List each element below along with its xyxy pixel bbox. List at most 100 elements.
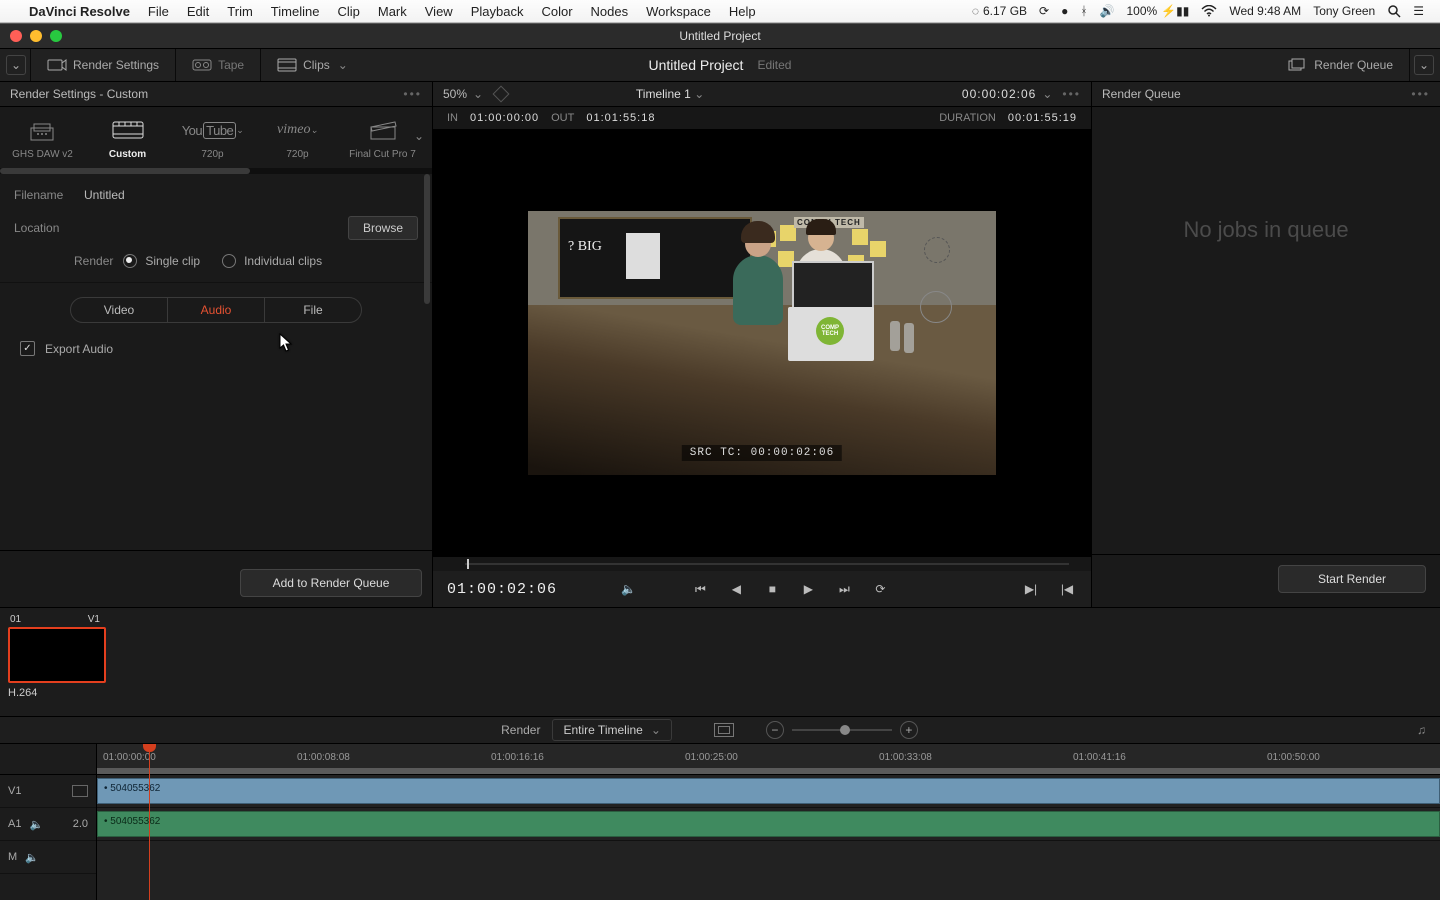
track-v1-lane[interactable]: • 504055362 [97,775,1440,808]
viewer-zoom[interactable]: 50% [443,87,467,101]
wifi-icon[interactable] [1195,5,1223,17]
browse-button[interactable]: Browse [348,216,418,240]
go-to-out-button[interactable]: ▶| [1021,582,1041,596]
menu-timeline[interactable]: Timeline [262,4,329,19]
single-clip-radio[interactable] [123,254,137,268]
preset-ghs-daw[interactable]: GHS DAW v2 [0,117,85,160]
user-menu[interactable]: Tony Green [1307,4,1381,18]
render-queue-icon [1288,58,1306,72]
mute-button[interactable]: 🔈 [619,582,639,596]
viewer-options-icon[interactable]: ••• [1062,87,1081,101]
close-window-button[interactable] [10,30,22,42]
app-menu[interactable]: DaVinci Resolve [20,4,139,19]
render-scope-dropdown[interactable]: Entire Timeline ⌄ [552,719,671,741]
spotlight-icon[interactable] [1381,4,1407,18]
dot-status-icon[interactable]: ● [1055,4,1074,18]
track-header-m[interactable]: M 🔈 [0,841,96,874]
sync-icon[interactable]: ⟳ [1033,4,1055,18]
tab-file[interactable]: File [264,298,361,322]
tape-button[interactable]: Tape [180,53,256,77]
minimize-window-button[interactable] [30,30,42,42]
viewer-tc-dropdown-icon[interactable]: ⌄ [1042,87,1052,101]
queue-options-icon[interactable]: ••• [1411,87,1430,101]
tab-video[interactable]: Video [71,298,167,322]
timeline-view-mode-icon[interactable] [714,723,734,737]
preset-custom[interactable]: Custom [85,117,170,160]
preset-fcp7[interactable]: Final Cut Pro 7 [340,117,425,160]
audio-track-icon[interactable]: 🔈 [29,818,43,831]
menu-file[interactable]: File [139,4,178,19]
menu-help[interactable]: Help [720,4,765,19]
clip-codec: H.264 [8,687,102,699]
menu-extras-icon[interactable]: ☰ [1407,4,1430,18]
play-button[interactable]: ▶ [798,582,818,596]
filename-value[interactable]: Untitled [84,188,125,202]
volume-icon[interactable]: 🔊 [1094,4,1121,18]
preset-vimeo[interactable]: vimeo ⌄ 720p [255,117,340,160]
tape-icon [192,58,210,72]
menu-mark[interactable]: Mark [369,4,416,19]
render-settings-button[interactable]: Render Settings [35,53,171,77]
clips-button[interactable]: Clips ⌄ [265,53,360,77]
viewer-timeline-name[interactable]: Timeline 1 ⌄ [636,87,704,101]
zoom-dropdown-icon[interactable]: ⌄ [473,87,483,101]
menu-nodes[interactable]: Nodes [582,4,638,19]
add-to-render-queue-button[interactable]: Add to Render Queue [240,569,422,597]
step-back-button[interactable]: ◀ [726,582,746,596]
panel-options-icon[interactable]: ••• [403,87,422,101]
menu-view[interactable]: View [416,4,462,19]
menu-color[interactable]: Color [532,4,581,19]
track-a1-lane[interactable]: • 504055362 [97,808,1440,841]
layout-dropdown-button[interactable]: ⌄ [6,55,26,75]
bluetooth-icon[interactable]: ᚼ [1074,4,1093,18]
menu-workspace[interactable]: Workspace [637,4,720,19]
presets-more-chevron-icon[interactable]: ⌄ [414,129,424,143]
zoom-window-button[interactable] [50,30,62,42]
tab-audio[interactable]: Audio [167,298,264,322]
zoom-track[interactable] [792,729,892,731]
viewer-scrubber[interactable] [433,557,1091,571]
loop-button[interactable]: ⟳ [870,582,890,596]
menu-playback[interactable]: Playback [462,4,533,19]
preset-label: Custom [109,149,146,160]
start-render-button[interactable]: Start Render [1278,565,1426,593]
zoom-in-button[interactable]: + [900,721,918,739]
track-m-lane[interactable] [97,841,1440,900]
menu-clip[interactable]: Clip [328,4,368,19]
in-out-range-bar[interactable] [97,768,1440,774]
playhead[interactable] [149,744,150,900]
render-queue-button[interactable]: Render Queue [1276,53,1405,77]
menu-trim[interactable]: Trim [218,4,262,19]
prev-clip-button[interactable]: ⏮ [690,582,710,597]
go-to-in-button[interactable]: |◀ [1057,582,1077,596]
viewer-mode-icon[interactable] [493,86,510,103]
clock[interactable]: Wed 9:48 AM [1223,4,1307,18]
export-audio-checkbox[interactable]: ✓ [20,341,35,356]
viewer-screen[interactable]: ? BIG COMPU TECH COMPTECH SRC TC: 00:00:… [433,129,1091,557]
zoom-handle[interactable] [840,725,850,735]
menu-edit[interactable]: Edit [178,4,218,19]
individual-clips-radio[interactable] [222,254,236,268]
layout-dropdown-right-button[interactable]: ⌄ [1414,55,1434,75]
audio-music-icon[interactable]: ♫ [1417,723,1426,737]
video-track-icon[interactable] [72,785,88,797]
timeline-body[interactable]: 01:00:00:00 01:00:08:08 01:00:16:16 01:0… [97,744,1440,900]
clip-thumbnail[interactable]: 01 V1 H.264 [8,614,102,699]
settings-scrollbar[interactable] [424,174,430,304]
track-header-a1[interactable]: A1 🔈 2.0 [0,808,96,841]
project-name[interactable]: Untitled Project [649,57,744,73]
audio-clip[interactable]: • 504055362 [97,811,1440,837]
next-clip-button[interactable]: ⏭ [834,582,854,597]
video-clip[interactable]: • 504055362 [97,778,1440,804]
timeline-zoom-slider: − + [766,721,918,739]
filename-label: Filename [14,188,84,202]
track-header-v1[interactable]: V1 [0,775,96,808]
battery-status[interactable]: 100% ⚡▮▮ [1121,4,1196,18]
zoom-out-button[interactable]: − [766,721,784,739]
timeline-ruler[interactable]: 01:00:00:00 01:00:08:08 01:00:16:16 01:0… [97,744,1440,775]
disk-status[interactable]: ◌ 6.17 GB [966,4,1033,18]
preset-youtube[interactable]: YouTube ⌄ 720p [170,117,255,160]
stop-button[interactable]: ■ [762,582,782,596]
audio-track-icon[interactable]: 🔈 [25,851,39,864]
clips-label: Clips [303,58,330,72]
